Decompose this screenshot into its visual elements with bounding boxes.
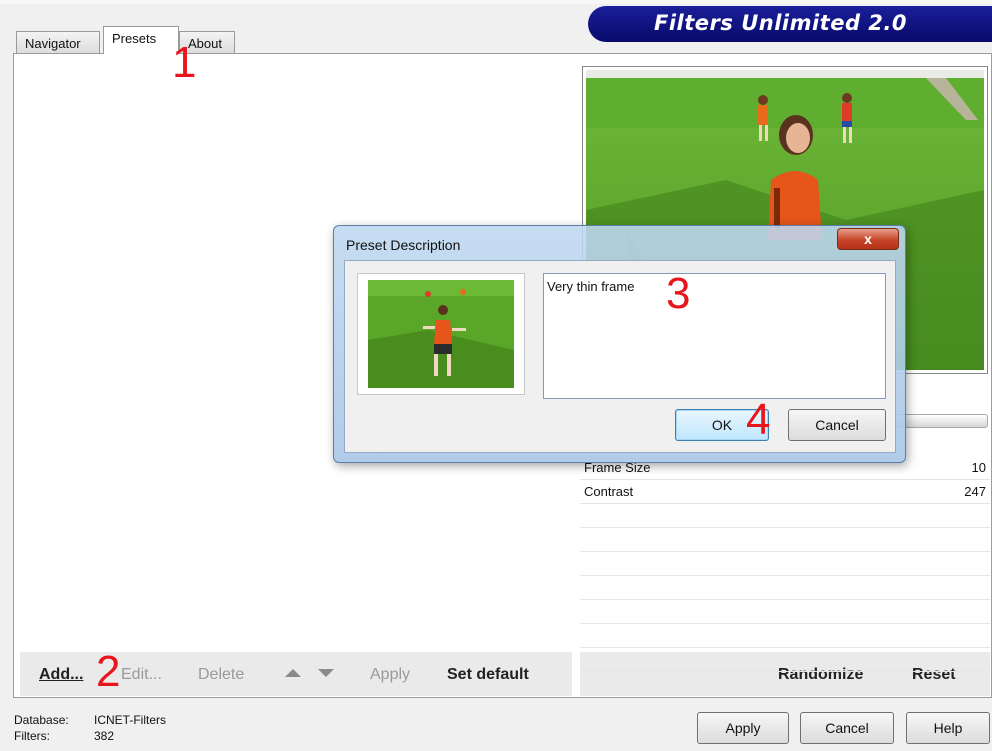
description-textarea[interactable]: Very thin frame [543,273,886,399]
parameter-value: 247 [964,484,986,499]
database-value: ICNET-Filters [94,713,166,727]
brand-banner: Filters Unlimited 2.0 [588,6,992,42]
edit-preset-button[interactable]: Edit... [121,666,162,684]
preset-description-dialog: Preset Description x Very thin frame OK … [333,225,906,463]
parameters-list: Frame Size 10 Contrast 247 [580,456,990,672]
cancel-button[interactable]: Cancel [800,712,894,744]
empty-parameter-row [580,552,990,576]
help-button[interactable]: Help [906,712,990,744]
brand-title: Filters Unlimited 2.0 [654,11,907,35]
empty-parameter-row [580,504,990,528]
window-top-edge [0,0,992,4]
filters-label: Filters: [14,729,50,743]
close-icon[interactable]: x [837,228,899,250]
empty-parameter-row [580,528,990,552]
empty-parameter-row [580,648,990,672]
step-marker-4: 4 [746,395,771,444]
empty-parameter-row [580,624,990,648]
preset-thumbnail [357,273,525,395]
empty-parameter-row [580,600,990,624]
step-marker-3: 3 [666,269,691,318]
filters-count: 382 [94,729,115,743]
tab-navigator[interactable]: Navigator [16,31,100,53]
set-default-button[interactable]: Set default [447,666,529,684]
apply-preset-button[interactable]: Apply [370,666,410,684]
empty-parameter-row [580,576,990,600]
delete-preset-button[interactable]: Delete [198,666,244,684]
step-marker-1: 1 [172,38,197,87]
step-marker-2: 2 [96,647,121,696]
parameter-row[interactable]: Contrast 247 [580,480,990,504]
parameter-name: Contrast [584,484,634,499]
dialog-title: Preset Description [346,237,461,253]
thumbnail-photo [368,280,514,388]
database-label: Database: [14,713,69,727]
parameter-value: 10 [971,460,986,475]
apply-button[interactable]: Apply [697,712,789,744]
add-preset-button[interactable]: Add... [39,666,83,684]
status-info: Database: ICNET-Filters Filters: 382 [14,712,166,744]
tab-presets[interactable]: Presets [103,26,179,54]
dialog-cancel-button[interactable]: Cancel [788,409,886,441]
dialog-body: Very thin frame OK Cancel [344,260,896,453]
add-preset-label: Add... [39,666,84,683]
